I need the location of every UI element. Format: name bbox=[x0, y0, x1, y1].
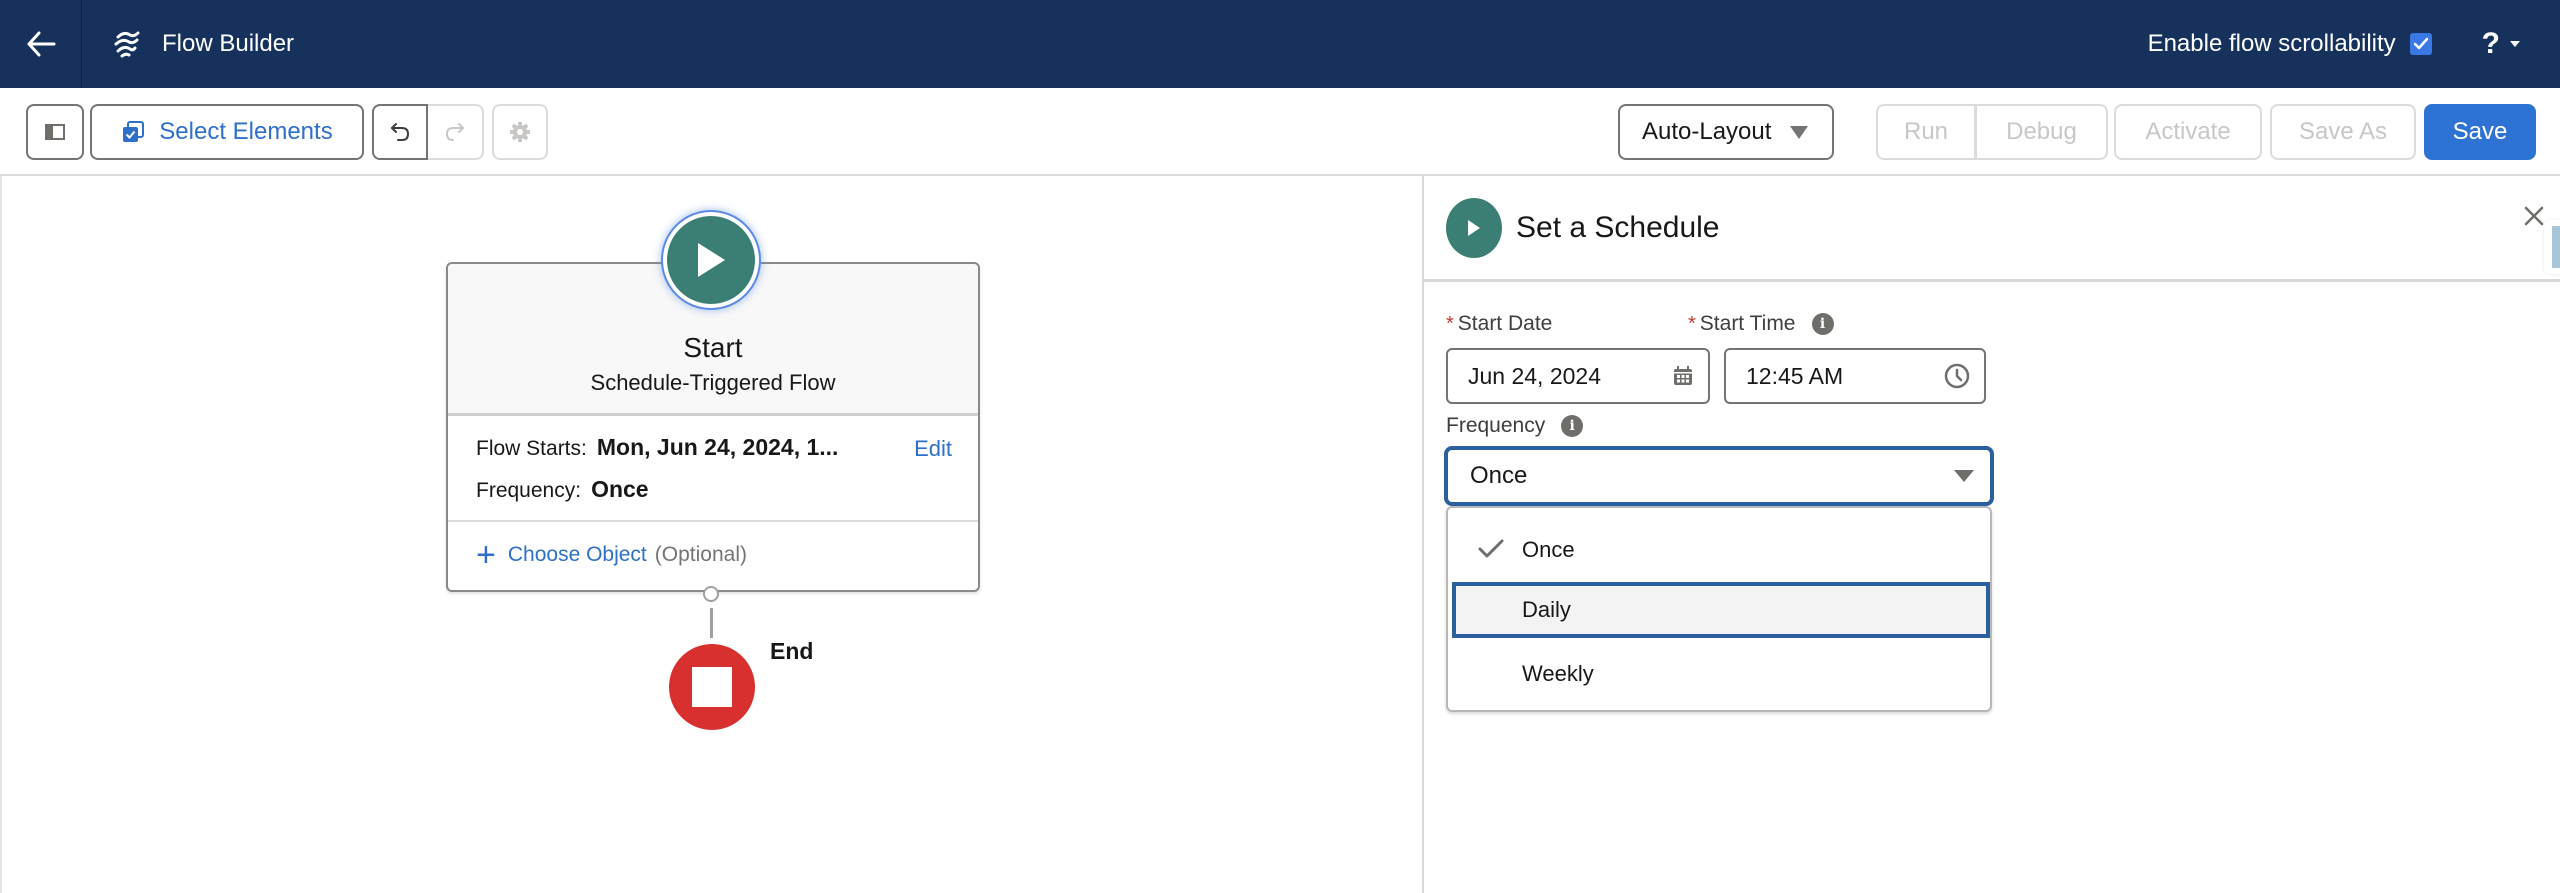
panel-expand-tab[interactable] bbox=[2544, 220, 2560, 274]
arrow-left-icon bbox=[27, 31, 55, 57]
play-icon bbox=[1468, 219, 1480, 236]
frequency-value: Once bbox=[591, 476, 649, 502]
select-elements-label: Select Elements bbox=[159, 118, 333, 145]
panel-header: Set a Schedule bbox=[1424, 176, 2560, 282]
frequency-dropdown-list: Once Daily Weekly bbox=[1446, 506, 1992, 712]
option-label: Once bbox=[1522, 537, 1575, 562]
app-brand: Flow Builder bbox=[112, 0, 294, 88]
start-date-label: * Start Date bbox=[1446, 312, 1552, 336]
info-icon[interactable]: i bbox=[1811, 313, 1834, 335]
help-menu-button[interactable]: ? bbox=[2482, 27, 2520, 61]
start-time-label: * Start Time i bbox=[1688, 312, 1834, 336]
select-elements-button[interactable]: Select Elements bbox=[90, 104, 364, 160]
connector-line bbox=[710, 608, 713, 638]
chevron-left-icon bbox=[2552, 226, 2560, 268]
start-icon bbox=[1446, 197, 1502, 258]
end-node-label: End bbox=[770, 638, 814, 664]
run-button[interactable]: Run bbox=[1876, 104, 1976, 160]
scrollability-checkbox[interactable] bbox=[2409, 33, 2432, 55]
multi-select-icon bbox=[123, 121, 145, 142]
clock-icon[interactable] bbox=[1944, 363, 1970, 389]
frequency-label-text: Frequency bbox=[1446, 414, 1546, 437]
start-node-icon[interactable] bbox=[663, 212, 759, 308]
redo-icon bbox=[445, 123, 464, 141]
flow-starts-row: Flow Starts: Mon, Jun 24, 2024, 1... bbox=[476, 434, 952, 476]
flow-starts-label: Flow Starts: bbox=[476, 437, 587, 460]
flow-icon bbox=[114, 31, 140, 58]
undo-icon bbox=[391, 123, 410, 141]
layout-mode-value: Auto-Layout bbox=[1642, 118, 1772, 145]
frequency-field-label: Frequency i bbox=[1446, 414, 1584, 438]
property-editor-panel: Set a Schedule * Start Date * Start Time… bbox=[1422, 176, 2560, 893]
layout-mode-select[interactable]: Auto-Layout bbox=[1618, 104, 1834, 160]
global-header: Flow Builder Enable flow scrollability ? bbox=[0, 0, 2560, 88]
info-icon[interactable]: i bbox=[1561, 415, 1584, 437]
toggle-left-panel-button[interactable] bbox=[26, 104, 84, 160]
frequency-option-daily[interactable]: Daily bbox=[1452, 582, 1990, 638]
start-date-value: Jun 24, 2024 bbox=[1468, 362, 1602, 389]
required-marker: * bbox=[1688, 312, 1696, 335]
start-date-input[interactable]: Jun 24, 2024 bbox=[1446, 348, 1710, 404]
frequency-selected-value: Once bbox=[1470, 462, 1528, 489]
start-time-input[interactable]: 12:45 AM bbox=[1724, 348, 1986, 404]
undo-redo-group bbox=[372, 104, 484, 160]
chevron-down-icon bbox=[1790, 125, 1808, 139]
start-node-title: Start bbox=[683, 332, 743, 363]
chevron-down-icon bbox=[1954, 470, 1974, 482]
toolbar: Select Elements Auto-Layout Run Debug Ac… bbox=[0, 88, 2560, 176]
panel-toggle-icon bbox=[45, 124, 65, 140]
start-date-label-text: Start Date bbox=[1457, 312, 1553, 335]
start-node-card[interactable]: Start Schedule-Triggered Flow Flow Start… bbox=[446, 262, 980, 592]
run-debug-group: Run Debug bbox=[1876, 104, 2108, 160]
gear-icon bbox=[510, 122, 530, 142]
redo-button[interactable] bbox=[428, 104, 484, 160]
stop-icon bbox=[692, 667, 732, 707]
check-icon bbox=[1478, 539, 1504, 558]
edit-schedule-link[interactable]: Edit bbox=[914, 436, 952, 462]
required-marker: * bbox=[1446, 312, 1454, 335]
choose-object-link[interactable]: Choose Object bbox=[508, 543, 647, 567]
help-icon: ? bbox=[2481, 27, 2500, 60]
start-time-label-text: Start Time bbox=[1699, 312, 1796, 335]
app-title: Flow Builder bbox=[162, 30, 295, 57]
option-label: Weekly bbox=[1522, 661, 1594, 686]
connector-handle[interactable] bbox=[703, 586, 719, 602]
start-node-subtitle: Schedule-Triggered Flow bbox=[590, 370, 836, 395]
undo-button[interactable] bbox=[372, 104, 428, 160]
plus-icon: + bbox=[476, 536, 496, 574]
start-time-value: 12:45 AM bbox=[1746, 362, 1844, 389]
frequency-row: Frequency: Once bbox=[476, 476, 952, 518]
back-button[interactable] bbox=[0, 0, 82, 88]
debug-button[interactable]: Debug bbox=[1976, 104, 2108, 160]
panel-title: Set a Schedule bbox=[1516, 210, 1720, 244]
option-label: Daily bbox=[1522, 597, 1571, 622]
frequency-option-weekly[interactable]: Weekly bbox=[1452, 646, 1990, 702]
flow-starts-value: Mon, Jun 24, 2024, 1... bbox=[596, 434, 839, 460]
frequency-combobox[interactable]: Once bbox=[1444, 446, 1994, 506]
activate-button[interactable]: Activate bbox=[2114, 104, 2262, 160]
calendar-icon[interactable] bbox=[1672, 365, 1694, 387]
optional-label: (Optional) bbox=[654, 543, 747, 566]
flow-canvas[interactable]: Start Schedule-Triggered Flow Flow Start… bbox=[0, 176, 1422, 893]
start-node-details: Flow Starts: Mon, Jun 24, 2024, 1... Fre… bbox=[448, 416, 978, 522]
frequency-label: Frequency: bbox=[476, 479, 582, 502]
frequency-option-once[interactable]: Once bbox=[1452, 522, 1990, 578]
save-as-button[interactable]: Save As bbox=[2270, 104, 2416, 160]
scrollability-label: Enable flow scrollability bbox=[2147, 30, 2396, 57]
checkmark-icon bbox=[2413, 37, 2428, 50]
close-icon bbox=[2524, 206, 2544, 226]
save-button[interactable]: Save bbox=[2424, 104, 2536, 160]
play-icon bbox=[698, 243, 725, 277]
choose-object-row[interactable]: + Choose Object (Optional) bbox=[448, 522, 978, 588]
close-panel-button[interactable] bbox=[2522, 204, 2546, 228]
chevron-down-icon bbox=[2510, 41, 2520, 47]
end-node-icon[interactable] bbox=[669, 644, 755, 730]
flow-settings-button[interactable] bbox=[492, 104, 548, 160]
